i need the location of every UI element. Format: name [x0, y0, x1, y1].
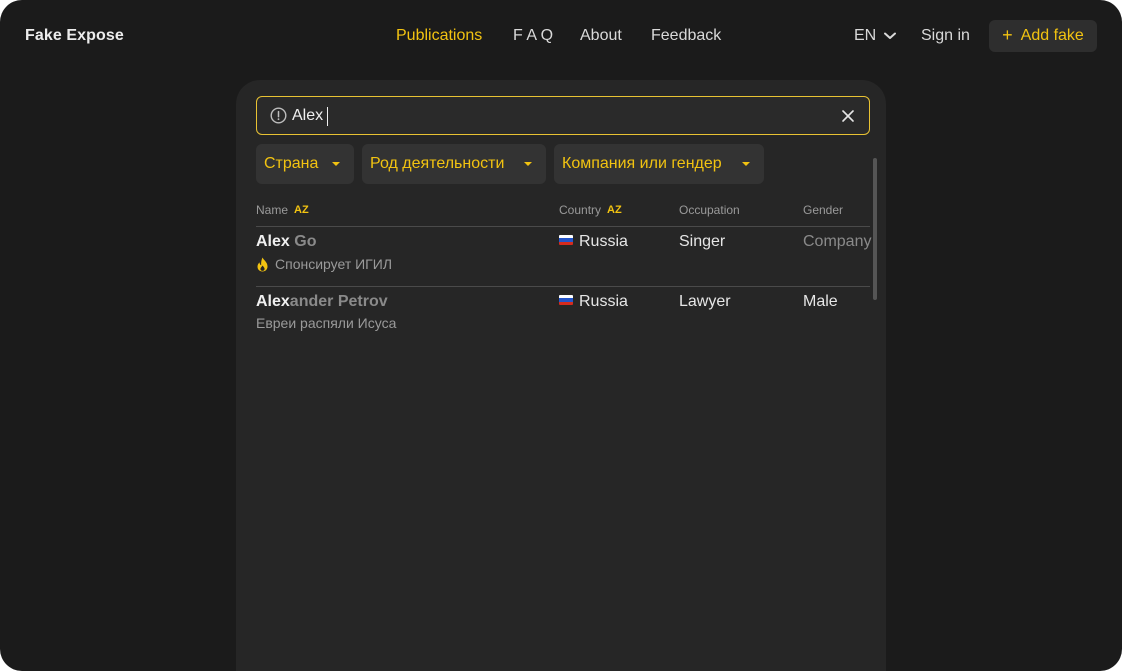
name-match: Alex: [256, 233, 290, 250]
row-name: Alex Go: [256, 233, 316, 251]
row-gender: Company: [803, 233, 872, 250]
divider: [256, 226, 870, 227]
name-match: Alex: [256, 293, 290, 310]
row-subtitle: Спонсирует ИГИЛ: [256, 256, 392, 272]
column-gender: Gender: [803, 203, 844, 217]
close-icon[interactable]: [841, 109, 855, 123]
sort-az-icon[interactable]: AZ: [607, 204, 622, 216]
column-country-label: Country: [559, 203, 602, 217]
nav-about[interactable]: About: [580, 27, 622, 45]
filter-country-dropdown[interactable]: Страна: [256, 144, 354, 184]
filter-company-gender-dropdown[interactable]: Компания или гендер: [554, 144, 764, 184]
row-occupation: Lawyer: [679, 293, 731, 310]
row-occupation: Singer: [679, 233, 726, 250]
column-country: Country AZ: [559, 203, 622, 217]
filter-country-label: Страна: [264, 155, 319, 172]
add-fake-label: Add fake: [1020, 27, 1084, 44]
sign-in-link[interactable]: Sign in: [921, 27, 970, 45]
plus-icon: +: [1002, 25, 1013, 45]
row-name: Alexander Petrov: [256, 293, 388, 311]
russia-flag-icon: [559, 295, 573, 305]
search-box[interactable]: [256, 96, 870, 135]
filter-occupation-label: Род деятельности: [370, 155, 505, 172]
language-selector[interactable]: EN: [854, 27, 897, 45]
app-window: Fake Expose Publications F A Q About Fee…: [0, 0, 1122, 671]
search-input[interactable]: [292, 106, 812, 126]
name-rest: Go: [289, 233, 317, 250]
caret-down-icon: [742, 162, 750, 166]
add-fake-button[interactable]: + Add fake: [989, 20, 1097, 52]
country-label: Russia: [579, 293, 628, 310]
sort-az-icon[interactable]: AZ: [294, 204, 309, 216]
search-panel: Страна Род деятельности Компания или ген…: [236, 80, 886, 671]
fire-icon: [257, 257, 268, 271]
column-name: Name AZ: [256, 203, 309, 217]
divider: [256, 286, 870, 287]
caret-down-icon: [332, 162, 340, 166]
name-rest: ander Petrov: [289, 293, 388, 310]
nav-publications[interactable]: Publications: [396, 27, 482, 45]
row-country: Russia: [559, 293, 628, 311]
filter-occupation-dropdown[interactable]: Род деятельности: [362, 144, 546, 184]
filter-company-gender-label: Компания или гендер: [562, 155, 722, 172]
column-name-label: Name: [256, 203, 289, 217]
chevron-down-icon: [884, 32, 897, 39]
row-subtitle-text: Спонсирует ИГИЛ: [275, 256, 393, 272]
caret-down-icon: [524, 162, 532, 166]
text-cursor: [327, 107, 328, 126]
country-label: Russia: [579, 233, 628, 250]
nav-faq[interactable]: F A Q: [513, 27, 553, 45]
language-label: EN: [854, 27, 877, 44]
nav-feedback[interactable]: Feedback: [651, 27, 721, 45]
row-gender: Male: [803, 293, 838, 310]
column-occupation: Occupation: [679, 203, 740, 217]
russia-flag-icon: [559, 235, 573, 245]
row-country: Russia: [559, 233, 628, 251]
scrollbar[interactable]: [873, 158, 877, 300]
row-subtitle-text: Евреи распяли Исуса: [256, 315, 397, 331]
row-subtitle: Евреи распяли Исуса: [256, 315, 396, 331]
info-circle-icon: [270, 107, 287, 124]
